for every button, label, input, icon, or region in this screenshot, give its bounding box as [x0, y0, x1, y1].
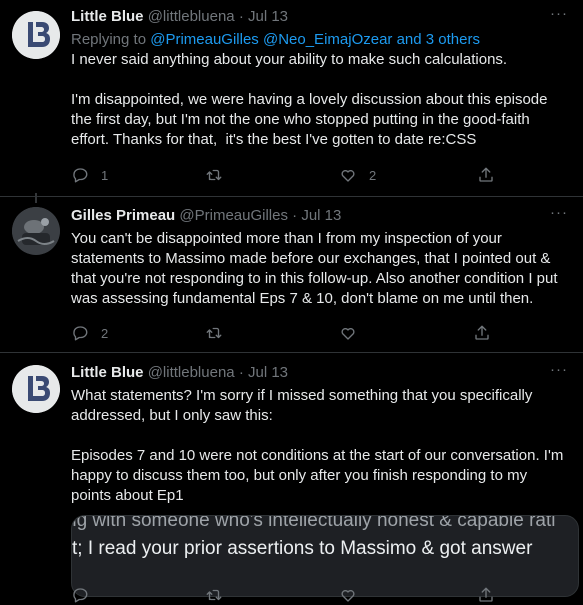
like-count: 2	[369, 167, 377, 183]
tweet-actions	[71, 585, 511, 605]
replying-to-mentions[interactable]: @PrimeauGilles @Neo_EimajOzear and 3 oth…	[150, 31, 480, 48]
share-icon	[479, 587, 493, 602]
separator: ·	[292, 207, 298, 224]
handle[interactable]: @PrimeauGilles	[179, 207, 288, 224]
like-button[interactable]	[339, 323, 357, 343]
more-icon[interactable]: ···	[549, 6, 569, 27]
retweet-icon	[206, 327, 222, 339]
reply-icon	[73, 588, 88, 603]
tweet-text: What statements? I'm sorry if I missed s…	[71, 387, 564, 504]
share-button[interactable]	[477, 585, 495, 605]
timestamp[interactable]: Jul 13	[248, 364, 288, 381]
handle[interactable]: @littlebluena	[148, 364, 235, 381]
more-icon[interactable]: ···	[549, 362, 569, 383]
retweet-button[interactable]	[205, 323, 223, 343]
separator: ·	[238, 364, 244, 381]
handle[interactable]: @littlebluena	[148, 8, 235, 25]
tweet-text: I never said anything about your ability…	[71, 51, 548, 148]
retweet-button[interactable]	[205, 585, 223, 605]
replying-to-label: Replying to	[71, 31, 147, 48]
avatar[interactable]	[12, 11, 60, 59]
timestamp[interactable]: Jul 13	[301, 207, 341, 224]
tweet-actions: 2	[71, 323, 511, 343]
avatar[interactable]	[12, 207, 60, 255]
share-button[interactable]	[477, 165, 495, 185]
reply-count: 1	[101, 167, 109, 183]
tweet-header: Little Blue @littlebluena · Jul 13	[71, 7, 569, 27]
tweet[interactable]: Little Blue @littlebluena · Jul 13 ··· R…	[0, 0, 583, 196]
like-icon	[341, 589, 355, 602]
display-name[interactable]: Little Blue	[71, 364, 144, 381]
share-icon	[475, 325, 489, 340]
retweet-icon	[206, 169, 222, 181]
share-icon	[479, 167, 493, 182]
share-button[interactable]	[473, 323, 491, 343]
retweet-button[interactable]	[205, 165, 223, 185]
like-button[interactable]: 2	[339, 165, 376, 185]
reply-icon	[73, 168, 88, 183]
thread-line	[35, 193, 37, 203]
more-icon[interactable]: ···	[549, 205, 569, 226]
tweet[interactable]: Gilles Primeau @PrimeauGilles · Jul 13 ·…	[0, 193, 583, 352]
image-text-line: t; I read your prior assertions to Massi…	[72, 538, 533, 559]
replying-to: Replying to @PrimeauGilles @Neo_EimajOze…	[71, 30, 569, 50]
like-icon	[341, 169, 355, 182]
tweet-text: You can't be disappointed more than I fr…	[71, 230, 562, 307]
lb-logo-icon	[12, 365, 60, 413]
tweet-header: Gilles Primeau @PrimeauGilles · Jul 13	[71, 206, 569, 226]
like-button[interactable]	[339, 585, 357, 605]
profile-photo	[12, 207, 60, 255]
reply-button[interactable]	[71, 585, 89, 605]
reply-icon	[73, 326, 88, 341]
lb-logo-icon	[12, 11, 60, 59]
display-name[interactable]: Little Blue	[71, 8, 144, 25]
reply-button[interactable]: 2	[71, 323, 108, 343]
timestamp[interactable]: Jul 13	[248, 8, 288, 25]
tweet-header: Little Blue @littlebluena · Jul 13	[71, 363, 569, 383]
reply-count: 2	[101, 325, 109, 341]
tweet-actions: 1 2	[71, 165, 511, 185]
display-name[interactable]: Gilles Primeau	[71, 207, 175, 224]
image-text-line: ng with someone who's intellectually hon…	[71, 515, 556, 531]
separator: ·	[238, 8, 244, 25]
avatar[interactable]	[12, 365, 60, 413]
tweet[interactable]: Little Blue @littlebluena · Jul 13 ··· W…	[0, 353, 583, 605]
like-icon	[341, 327, 355, 340]
retweet-icon	[206, 589, 222, 601]
reply-button[interactable]: 1	[71, 165, 108, 185]
